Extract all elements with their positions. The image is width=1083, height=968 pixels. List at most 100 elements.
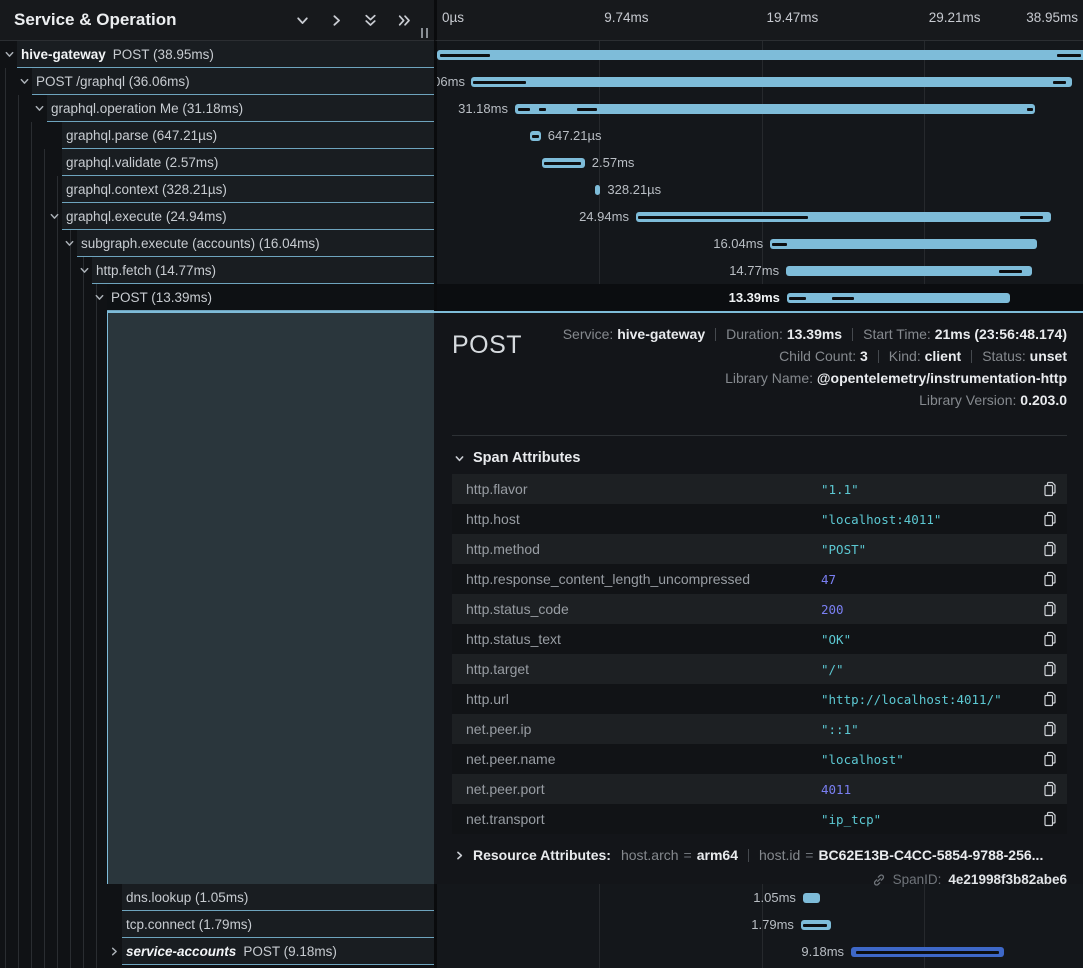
chevron-down-icon[interactable] <box>4 49 15 60</box>
span-bar[interactable] <box>471 77 1072 87</box>
resource-key: host.arch <box>621 847 679 863</box>
span-id-line: SpanID: 4e21998f3b82abe6 <box>452 872 1067 887</box>
span-row-http-fetch[interactable]: http.fetch (14.77ms) <box>0 257 434 284</box>
child-span-mark <box>638 216 808 219</box>
span-bar[interactable] <box>595 185 600 195</box>
timeline-row: 31.18ms <box>437 95 1083 122</box>
span-bar[interactable] <box>851 947 1004 957</box>
span-row-graphql-parse[interactable]: graphql.parse (647.21µs) <box>0 122 434 149</box>
ruler-tick-label: 0µs <box>442 10 464 25</box>
copy-icon[interactable] <box>1037 631 1063 647</box>
chevron-right-icon[interactable] <box>109 946 120 957</box>
span-row-subgraph-execute-accounts-[interactable]: subgraph.execute (accounts) (16.04ms) <box>0 230 434 257</box>
resource-attributes-title: Resource Attributes: <box>473 847 611 863</box>
span-bar[interactable] <box>787 293 1010 303</box>
attribute-value: "http://localhost:4011/" <box>821 692 1037 707</box>
attribute-key: net.transport <box>466 811 821 827</box>
span-row-post-graphql[interactable]: POST /graphql (36.06ms) <box>0 68 434 95</box>
span-row-post[interactable]: service-accountsPOST (9.18ms) <box>0 938 434 965</box>
span-attributes-toggle[interactable]: Span Attributes <box>454 450 1067 466</box>
span-bar[interactable] <box>786 266 1032 276</box>
span-row-graphql-operation-me[interactable]: graphql.operation Me (31.18ms) <box>0 95 434 122</box>
chevron-down-icon[interactable] <box>64 238 75 249</box>
attribute-key: http.flavor <box>466 481 821 497</box>
expand-one-icon[interactable] <box>328 12 344 28</box>
copy-icon[interactable] <box>1037 601 1063 617</box>
attribute-value: 200 <box>821 602 1037 617</box>
span-duration-label: 647.21µs <box>548 122 602 149</box>
span-row-label: service-accountsPOST (9.18ms) <box>122 938 434 965</box>
attribute-row: http.status_text"OK" <box>452 624 1067 654</box>
span-bar[interactable] <box>636 212 1052 222</box>
resource-value: arm64 <box>697 847 738 863</box>
attribute-row: http.host"localhost:4011" <box>452 504 1067 534</box>
overview-line: Service: hive-gatewayDuration: 13.39msSt… <box>452 323 1067 345</box>
chevron-right-icon <box>454 850 465 861</box>
span-attributes-title: Span Attributes <box>473 450 580 466</box>
overview-separator <box>715 328 716 341</box>
span-bar[interactable] <box>515 104 1035 114</box>
span-id-value: 4e21998f3b82abe6 <box>948 872 1067 887</box>
copy-icon[interactable] <box>1037 811 1063 827</box>
link-icon[interactable] <box>872 873 886 887</box>
span-duration-label: 1.79ms <box>751 911 794 938</box>
copy-icon[interactable] <box>1037 721 1063 737</box>
attribute-row: http.response_content_length_uncompresse… <box>452 564 1067 594</box>
span-row-label: POST (13.39ms) <box>107 284 434 311</box>
child-span-mark <box>473 81 526 84</box>
timeline-row: 9.18ms <box>437 938 1083 965</box>
span-bar[interactable] <box>803 893 820 903</box>
copy-icon[interactable] <box>1037 781 1063 797</box>
overview-label: Service: <box>563 326 617 342</box>
collapse-all-icon[interactable] <box>362 12 378 28</box>
child-span-mark <box>1053 81 1066 84</box>
expand-all-icon[interactable] <box>396 12 412 28</box>
copy-icon[interactable] <box>1037 661 1063 677</box>
timeline-row <box>437 41 1083 68</box>
chevron-down-icon[interactable] <box>94 292 105 303</box>
span-row-dns-lookup[interactable]: dns.lookup (1.05ms) <box>0 884 434 911</box>
attribute-value: 47 <box>821 572 1037 587</box>
span-row-graphql-execute[interactable]: graphql.execute (24.94ms) <box>0 203 434 230</box>
overview-line: Library Name: @opentelemetry/instrumenta… <box>452 367 1067 389</box>
overview-label: Start Time: <box>863 326 935 342</box>
span-bar[interactable] <box>770 239 1037 249</box>
span-row-post[interactable]: POST (13.39ms) <box>0 284 434 311</box>
copy-icon[interactable] <box>1037 511 1063 527</box>
chevron-down-icon[interactable] <box>19 76 30 87</box>
copy-icon[interactable] <box>1037 691 1063 707</box>
chevron-down-icon[interactable] <box>34 103 45 114</box>
attribute-key: http.status_text <box>466 631 821 647</box>
attribute-key: net.peer.ip <box>466 721 821 737</box>
span-bar[interactable] <box>530 131 541 141</box>
overview-separator <box>971 350 972 363</box>
copy-icon[interactable] <box>1037 481 1063 497</box>
span-row-graphql-context[interactable]: graphql.context (328.21µs) <box>0 176 434 203</box>
copy-icon[interactable] <box>1037 751 1063 767</box>
resource-attributes-toggle[interactable]: Resource Attributes: host.arch=arm64host… <box>454 847 1067 863</box>
service-operation-header: Service & Operation <box>0 0 434 41</box>
chevron-down-icon[interactable] <box>49 211 60 222</box>
collapse-one-icon[interactable] <box>294 12 310 28</box>
span-row-label: subgraph.execute (accounts) (16.04ms) <box>77 230 434 257</box>
resource-separator <box>748 849 749 862</box>
span-duration-label: 36.06ms <box>437 68 465 95</box>
span-bar[interactable] <box>437 50 1083 60</box>
timeline-row: 24.94ms <box>437 203 1083 230</box>
span-bar[interactable] <box>542 158 585 168</box>
span-row-graphql-validate[interactable]: graphql.validate (2.57ms) <box>0 149 434 176</box>
copy-icon[interactable] <box>1037 571 1063 587</box>
chevron-down-icon[interactable] <box>79 265 90 276</box>
ruler-tick-label: 9.74ms <box>604 10 648 25</box>
attribute-value: "OK" <box>821 632 1037 647</box>
panel-resize-grip[interactable] <box>421 28 428 38</box>
child-span-mark <box>856 951 1000 954</box>
overview-line: Library Version: 0.203.0 <box>452 389 1067 411</box>
attribute-value: "1.1" <box>821 482 1037 497</box>
span-row-label: hive-gatewayPOST (38.95ms) <box>17 41 434 68</box>
span-row-tcp-connect[interactable]: tcp.connect (1.79ms) <box>0 911 434 938</box>
span-bar[interactable] <box>801 920 831 930</box>
copy-icon[interactable] <box>1037 541 1063 557</box>
span-row-post[interactable]: hive-gatewayPOST (38.95ms) <box>0 41 434 68</box>
span-row-label: graphql.operation Me (31.18ms) <box>47 95 434 122</box>
